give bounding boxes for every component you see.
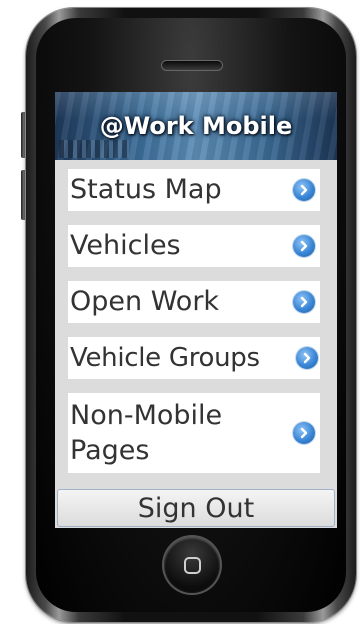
chevron-right-circle-icon <box>293 422 315 444</box>
earpiece-speaker <box>161 60 223 71</box>
menu-item-vehicles[interactable]: Vehicles <box>68 225 320 267</box>
app-title: @Work Mobile <box>99 112 293 140</box>
chevron-right-circle-icon <box>296 347 318 369</box>
sign-out-button[interactable]: Sign Out <box>57 489 335 527</box>
menu-item-label: Non-Mobile Pages <box>70 400 223 466</box>
menu-item-label: Open Work <box>70 286 220 317</box>
menu-item-non-mobile-pages[interactable]: Non-Mobile Pages <box>68 393 320 473</box>
sign-out-label: Sign Out <box>137 492 255 524</box>
chevron-right-circle-icon <box>293 179 315 201</box>
page: @Work Mobile Status Map Vehicles Open Wo… <box>0 0 360 624</box>
phone-screen: @Work Mobile Status Map Vehicles Open Wo… <box>55 92 337 528</box>
menu-item-vehicle-groups[interactable]: Vehicle Groups <box>68 337 320 379</box>
home-square-icon <box>183 556 201 574</box>
banner-background-image <box>59 140 129 158</box>
menu-item-status-map[interactable]: Status Map <box>68 169 320 211</box>
chevron-right-circle-icon <box>293 291 315 313</box>
menu-item-label: Vehicle Groups <box>70 343 260 373</box>
menu-item-label: Status Map <box>70 174 222 205</box>
home-button[interactable] <box>164 537 220 593</box>
menu-item-label: Vehicles <box>70 230 181 261</box>
app-banner: @Work Mobile <box>55 92 337 160</box>
menu-item-open-work[interactable]: Open Work <box>68 281 320 323</box>
chevron-right-circle-icon <box>293 235 315 257</box>
